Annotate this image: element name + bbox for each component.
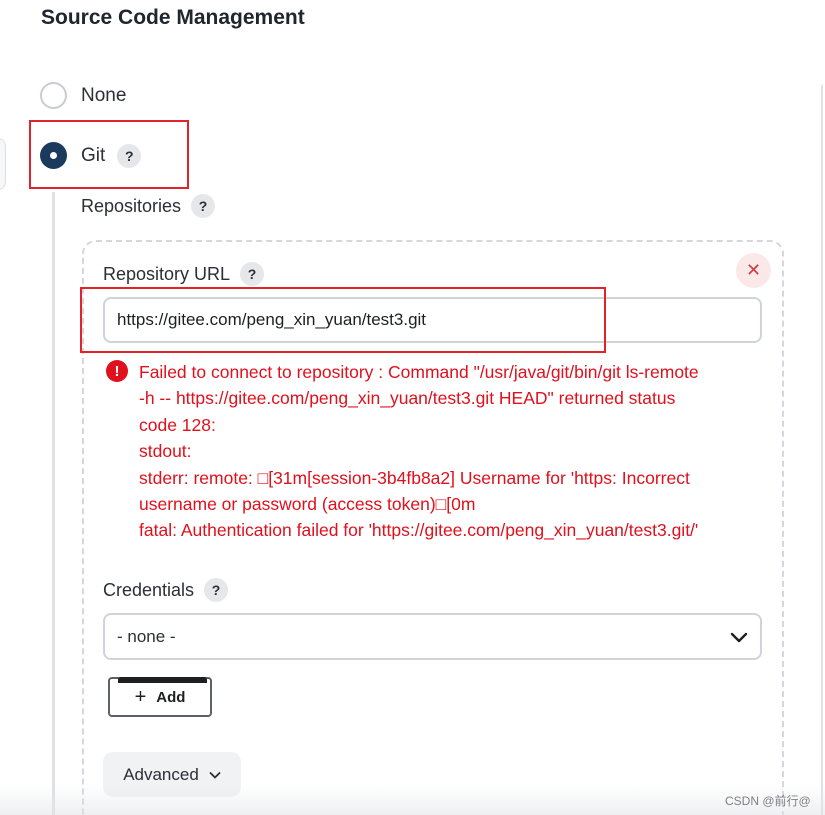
chevron-down-icon <box>209 771 221 778</box>
repository-url-help-icon[interactable]: ? <box>240 262 265 286</box>
plus-icon: + <box>134 686 147 708</box>
repositories-label-row: Repositories ? <box>81 194 216 218</box>
side-panel-edge <box>0 138 6 190</box>
repository-url-label-row: Repository URL ? <box>103 262 265 286</box>
radio-none[interactable] <box>40 82 67 109</box>
repository-url-label: Repository URL <box>103 263 231 284</box>
credentials-label-row: Credentials ? <box>103 578 229 602</box>
git-help-icon[interactable]: ? <box>117 143 142 168</box>
credentials-select[interactable]: - none - <box>103 613 762 660</box>
radio-git[interactable] <box>40 142 67 169</box>
scrollbar-track <box>821 85 823 815</box>
add-credentials-button[interactable]: + Add <box>108 677 212 717</box>
error-icon: ! <box>106 360 128 382</box>
radio-dot <box>50 152 57 159</box>
radio-none-label[interactable]: None <box>81 85 126 107</box>
section-title: Source Code Management <box>41 6 305 29</box>
error-message: Failed to connect to repository : Comman… <box>139 362 699 541</box>
advanced-button-label: Advanced <box>123 764 199 784</box>
scm-option-none[interactable]: None <box>40 82 126 109</box>
repository-url-input[interactable] <box>103 297 762 343</box>
git-section-rule <box>52 192 55 815</box>
repositories-label: Repositories <box>81 195 182 216</box>
scm-option-git[interactable]: Git ? <box>40 142 142 169</box>
radio-git-label[interactable]: Git <box>81 145 105 167</box>
credentials-label: Credentials <box>103 579 195 600</box>
delete-repository-button[interactable]: ✕ <box>736 253 771 288</box>
close-icon: ✕ <box>745 260 762 280</box>
chevron-down-icon <box>730 632 748 643</box>
repositories-help-icon[interactable]: ? <box>191 194 216 218</box>
watermark: CSDN @前行@ <box>725 794 811 808</box>
credentials-help-icon[interactable]: ? <box>204 578 229 602</box>
advanced-button[interactable]: Advanced <box>103 752 241 797</box>
add-button-label: Add <box>156 688 186 706</box>
credentials-selected-value: - none - <box>117 626 176 646</box>
